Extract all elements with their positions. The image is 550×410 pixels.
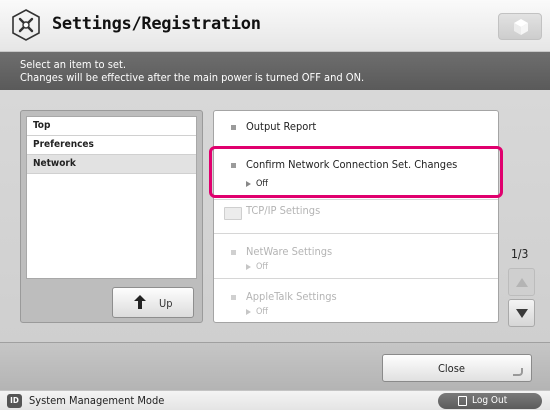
folder-icon: [224, 207, 242, 220]
setting-name: TCP/IP Settings: [246, 204, 321, 217]
bullet-icon: [231, 250, 236, 255]
cube-icon: [514, 19, 528, 35]
tree-item-network[interactable]: Network: [27, 155, 196, 174]
footer-bar: Close: [0, 342, 550, 390]
up-button-label: Up: [159, 297, 173, 310]
instruction-line-2: Changes will be effective after the main…: [20, 71, 365, 84]
id-icon: ID: [7, 394, 22, 408]
log-out-button[interactable]: Log Out: [438, 393, 542, 409]
page-up-button[interactable]: [508, 268, 535, 296]
category-tree: Top Preferences Network: [26, 116, 197, 279]
tree-item-top[interactable]: Top: [27, 117, 196, 136]
title-bar: Settings/Registration: [0, 0, 550, 52]
system-mode-label: System Management Mode: [29, 394, 165, 407]
value-arrow-icon: [246, 308, 251, 315]
settings-list: Output Report Confirm Network Connection…: [213, 110, 499, 323]
status-bar: ID System Management Mode Log Out: [0, 390, 550, 410]
bullet-icon: [231, 295, 236, 300]
setting-name: NetWare Settings: [246, 245, 333, 258]
instruction-bar: Select an item to set. Changes will be e…: [0, 52, 550, 90]
page-title: Settings/Registration: [52, 14, 261, 34]
triangle-up-icon: [516, 278, 528, 287]
content-area: Top Preferences Network Up Output Report…: [0, 90, 550, 342]
setting-netware[interactable]: NetWare Settings Off: [214, 234, 498, 279]
selection-highlight: [209, 146, 503, 198]
logout-icon: [458, 396, 467, 406]
settings-window: Settings/Registration Select an item to …: [0, 0, 550, 410]
cube-button[interactable]: [498, 13, 542, 40]
page-indicator: 1/3: [511, 247, 529, 261]
page-down-button[interactable]: [508, 299, 535, 327]
setting-value: Off: [256, 262, 268, 272]
setting-tcpip[interactable]: TCP/IP Settings: [214, 200, 498, 234]
setting-name: AppleTalk Settings: [246, 290, 337, 303]
setting-appletalk[interactable]: AppleTalk Settings Off: [214, 279, 498, 322]
value-arrow-icon: [246, 263, 251, 270]
setting-value: Off: [256, 307, 268, 317]
up-button[interactable]: Up: [112, 287, 194, 318]
bullet-icon: [231, 125, 236, 130]
tree-item-preferences[interactable]: Preferences: [27, 136, 196, 155]
close-button-label: Close: [438, 362, 465, 375]
setting-output-report[interactable]: Output Report: [214, 111, 498, 148]
return-corner-icon: [513, 368, 523, 376]
close-button[interactable]: Close: [382, 354, 532, 382]
settings-registration-icon: [12, 9, 40, 41]
up-arrow-icon: [134, 295, 146, 309]
setting-name: Output Report: [246, 120, 317, 133]
instruction-line-1: Select an item to set.: [20, 58, 126, 71]
triangle-down-icon: [516, 309, 528, 318]
log-out-label: Log Out: [472, 395, 508, 406]
category-tree-panel: Top Preferences Network Up: [20, 110, 203, 323]
